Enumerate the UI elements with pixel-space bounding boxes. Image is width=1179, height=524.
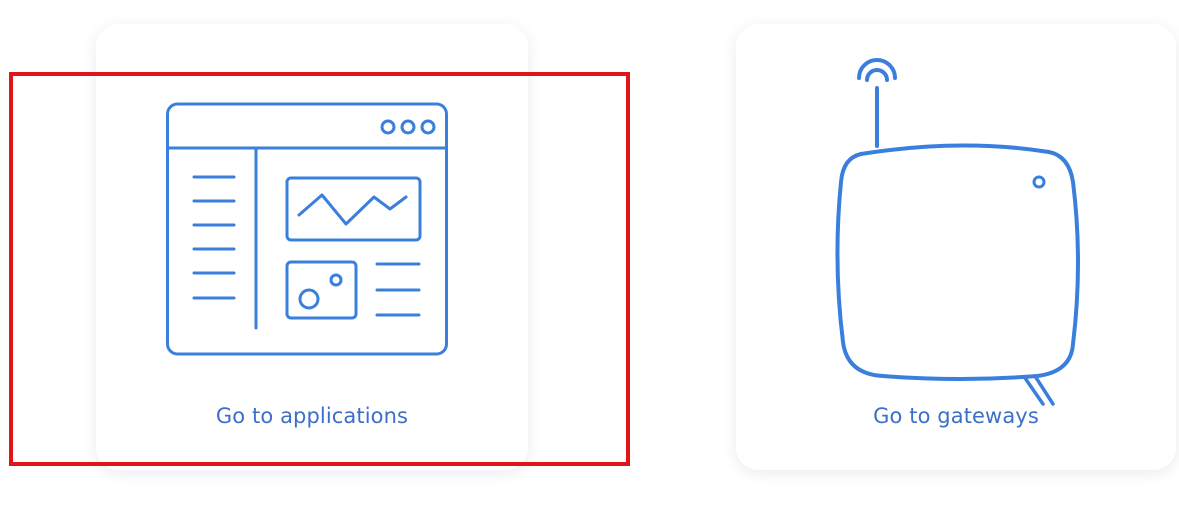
go-to-gateways-label[interactable]: Go to gateways: [736, 404, 1176, 428]
go-to-applications-label[interactable]: Go to applications: [96, 404, 528, 428]
line-chart-icon: [297, 193, 408, 226]
page: Go to applications Go to gateways: [0, 0, 1179, 524]
window-dot-icon: [420, 119, 436, 135]
sidebar-lines: [192, 175, 236, 300]
window-dot-icon: [400, 119, 416, 135]
status-led-icon: [1032, 175, 1046, 189]
go-to-applications-card[interactable]: Go to applications: [96, 24, 528, 470]
window-dot-icon: [380, 119, 396, 135]
content-text-lines: [375, 262, 421, 317]
go-to-gateways-card[interactable]: Go to gateways: [736, 24, 1176, 470]
device-body: [835, 143, 1080, 381]
image-circle-icon: [298, 288, 320, 310]
gateway-device-icon: [835, 58, 1080, 406]
cable-icon: [1023, 374, 1055, 406]
signal-arc-inner: [865, 68, 889, 82]
image-panel: [285, 260, 358, 320]
application-window-icon: [166, 102, 448, 356]
image-dot-icon: [329, 273, 343, 287]
